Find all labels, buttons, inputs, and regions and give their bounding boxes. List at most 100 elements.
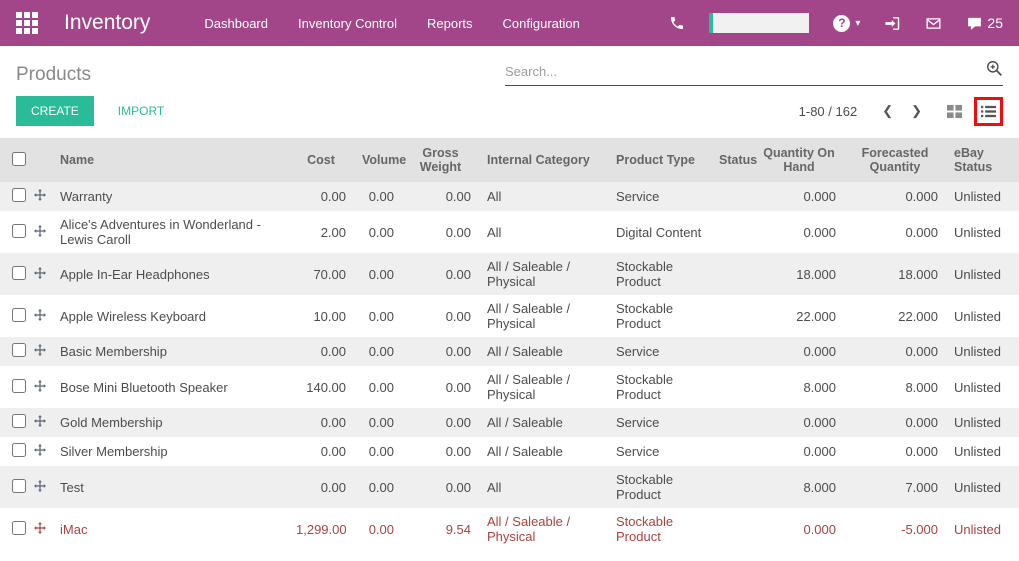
cell-quantity-on-hand[interactable]: 0.000: [754, 337, 844, 366]
column-name[interactable]: Name: [52, 138, 288, 182]
cell-ebay-status[interactable]: Unlisted: [946, 408, 1019, 437]
cell-status[interactable]: [711, 337, 754, 366]
cell-ebay-status[interactable]: Unlisted: [946, 337, 1019, 366]
cell-volume[interactable]: 0.00: [354, 337, 402, 366]
drag-handle[interactable]: [28, 466, 52, 508]
cell-cost[interactable]: 140.00: [288, 366, 354, 408]
row-checkbox[interactable]: [12, 343, 26, 357]
phone-icon[interactable]: [669, 15, 685, 31]
cell-internal-category[interactable]: All / Saleable: [479, 408, 608, 437]
drag-handle[interactable]: [28, 437, 52, 466]
row-checkbox[interactable]: [12, 223, 26, 238]
cell-product-type[interactable]: Service: [608, 408, 711, 437]
column-ebay-status[interactable]: eBay Status: [946, 138, 1019, 182]
drag-handle[interactable]: [28, 211, 52, 253]
drag-handle[interactable]: [28, 408, 52, 437]
cell-status[interactable]: [711, 182, 754, 211]
cell-forecasted-quantity[interactable]: 0.000: [844, 211, 946, 253]
cell-volume[interactable]: 0.00: [354, 437, 402, 466]
cell-status[interactable]: [711, 366, 754, 408]
help-menu[interactable]: ? ▾: [833, 14, 860, 32]
sign-in-icon[interactable]: [884, 15, 901, 32]
cell-internal-category[interactable]: All: [479, 211, 608, 253]
cell-status[interactable]: [711, 211, 754, 253]
pager-previous-button[interactable]: ❮: [873, 101, 902, 121]
row-checkbox[interactable]: [12, 265, 26, 280]
row-checkbox[interactable]: [12, 520, 26, 535]
cell-ebay-status[interactable]: Unlisted: [946, 466, 1019, 508]
cell-quantity-on-hand[interactable]: 8.000: [754, 366, 844, 408]
cell-ebay-status[interactable]: Unlisted: [946, 437, 1019, 466]
row-checkbox[interactable]: [12, 478, 26, 493]
pager-next-button[interactable]: ❯: [902, 101, 931, 121]
cell-forecasted-quantity[interactable]: 0.000: [844, 408, 946, 437]
cell-product-type[interactable]: Stockable Product: [608, 295, 711, 337]
cell-internal-category[interactable]: All / Saleable: [479, 337, 608, 366]
cell-forecasted-quantity[interactable]: 8.000: [844, 366, 946, 408]
cell-volume[interactable]: 0.00: [354, 253, 402, 295]
cell-product-type[interactable]: Digital Content: [608, 211, 711, 253]
cell-status[interactable]: [711, 295, 754, 337]
cell-product-type[interactable]: Stockable Product: [608, 466, 711, 508]
cell-product-type[interactable]: Stockable Product: [608, 508, 711, 550]
cell-gross-weight[interactable]: 0.00: [402, 366, 479, 408]
cell-volume[interactable]: 0.00: [354, 211, 402, 253]
import-button[interactable]: IMPORT: [118, 104, 164, 118]
cell-gross-weight[interactable]: 0.00: [402, 408, 479, 437]
cell-cost[interactable]: 0.00: [288, 408, 354, 437]
cell-quantity-on-hand[interactable]: 8.000: [754, 466, 844, 508]
drag-handle[interactable]: [28, 253, 52, 295]
cell-quantity-on-hand[interactable]: 0.000: [754, 211, 844, 253]
cell-ebay-status[interactable]: Unlisted: [946, 508, 1019, 550]
table-row[interactable]: Apple In-Ear Headphones 70.00 0.00 0.00 …: [0, 253, 1019, 295]
cell-ebay-status[interactable]: Unlisted: [946, 182, 1019, 211]
drag-handle[interactable]: [28, 508, 52, 550]
cell-cost[interactable]: 0.00: [288, 466, 354, 508]
cell-name[interactable]: Apple In-Ear Headphones: [52, 253, 288, 295]
cell-gross-weight[interactable]: 0.00: [402, 295, 479, 337]
column-volume[interactable]: Volume: [354, 138, 406, 182]
table-row[interactable]: Test 0.00 0.00 0.00 All Stockable Produc…: [0, 466, 1019, 508]
cell-quantity-on-hand[interactable]: 0.000: [754, 437, 844, 466]
cell-cost[interactable]: 0.00: [288, 182, 354, 211]
cell-name[interactable]: Bose Mini Bluetooth Speaker: [52, 366, 288, 408]
row-checkbox[interactable]: [12, 378, 26, 393]
kanban-view-button[interactable]: [945, 102, 964, 121]
cell-volume[interactable]: 0.00: [354, 182, 402, 211]
cell-volume[interactable]: 0.00: [354, 508, 402, 550]
cell-cost[interactable]: 70.00: [288, 253, 354, 295]
cell-cost[interactable]: 0.00: [288, 337, 354, 366]
row-checkbox[interactable]: [12, 414, 26, 428]
cell-name[interactable]: Alice's Adventures in Wonderland - Lewis…: [52, 211, 288, 253]
table-row[interactable]: iMac 1,299.00 0.00 9.54 All / Saleable /…: [0, 508, 1019, 550]
cell-forecasted-quantity[interactable]: 0.000: [844, 182, 946, 211]
cell-gross-weight[interactable]: 0.00: [402, 211, 479, 253]
cell-gross-weight[interactable]: 9.54: [402, 508, 479, 550]
cell-forecasted-quantity[interactable]: 0.000: [844, 337, 946, 366]
table-row[interactable]: Apple Wireless Keyboard 10.00 0.00 0.00 …: [0, 295, 1019, 337]
column-forecasted-quantity[interactable]: Forecasted Quantity: [844, 138, 946, 182]
nav-inventory-control[interactable]: Inventory Control: [298, 16, 397, 31]
row-checkbox[interactable]: [12, 307, 26, 322]
cell-product-type[interactable]: Service: [608, 182, 711, 211]
table-row[interactable]: Basic Membership 0.00 0.00 0.00 All / Sa…: [0, 337, 1019, 366]
cell-quantity-on-hand[interactable]: 0.000: [754, 408, 844, 437]
table-row[interactable]: Alice's Adventures in Wonderland - Lewis…: [0, 211, 1019, 253]
column-status[interactable]: Status: [711, 138, 757, 182]
row-checkbox[interactable]: [12, 188, 26, 202]
cell-forecasted-quantity[interactable]: 22.000: [844, 295, 946, 337]
cell-internal-category[interactable]: All / Saleable / Physical: [479, 295, 608, 337]
cell-volume[interactable]: 0.00: [354, 466, 402, 508]
cell-quantity-on-hand[interactable]: 0.000: [754, 182, 844, 211]
cell-ebay-status[interactable]: Unlisted: [946, 295, 1019, 337]
select-all-checkbox[interactable]: [12, 151, 26, 166]
cell-gross-weight[interactable]: 0.00: [402, 466, 479, 508]
cell-gross-weight[interactable]: 0.00: [402, 337, 479, 366]
cell-status[interactable]: [711, 253, 754, 295]
cell-forecasted-quantity[interactable]: 0.000: [844, 437, 946, 466]
cell-status[interactable]: [711, 408, 754, 437]
cell-ebay-status[interactable]: Unlisted: [946, 211, 1019, 253]
cell-internal-category[interactable]: All / Saleable: [479, 437, 608, 466]
cell-gross-weight[interactable]: 0.00: [402, 253, 479, 295]
cell-status[interactable]: [711, 466, 754, 508]
